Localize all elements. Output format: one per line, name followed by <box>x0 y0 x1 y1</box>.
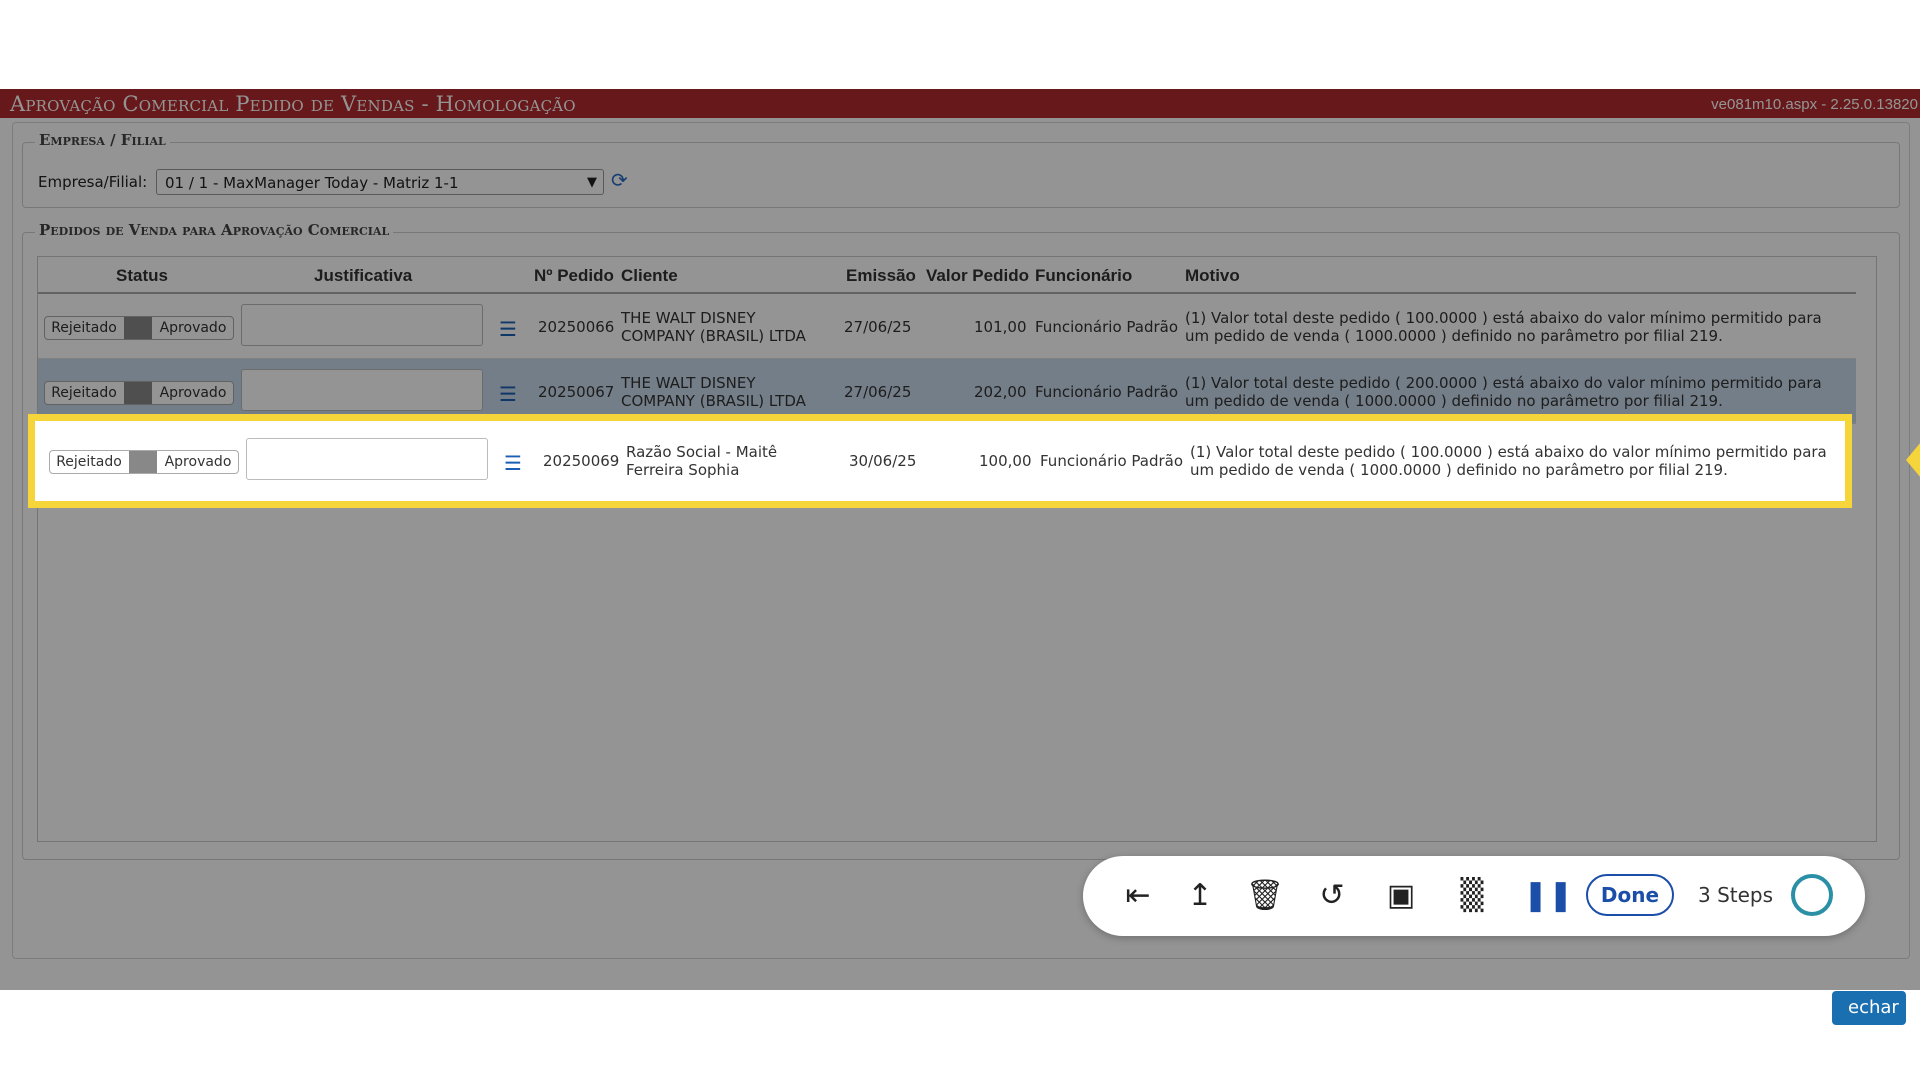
fechar-button[interactable]: echar <box>1832 991 1906 1025</box>
valor-pedido: 100,00 <box>979 452 1032 470</box>
justificativa-textarea[interactable] <box>246 438 488 480</box>
cliente-line1: Razão Social - Maitê <box>626 443 778 461</box>
highlighted-row-frame: Rejeitado Aprovado ☰ 20250069 Razão Soci… <box>28 414 1852 508</box>
blur-icon[interactable]: ▒ <box>1452 876 1492 916</box>
steps-count: 3 Steps <box>1698 883 1774 907</box>
motivo-line2: um pedido de venda ( 1000.0000 ) definid… <box>1190 461 1728 479</box>
toggle-slider[interactable] <box>129 451 157 473</box>
pointer-arrow-icon <box>1906 412 1920 508</box>
done-button[interactable]: Done <box>1586 874 1674 916</box>
emissao-date: 30/06/25 <box>849 452 917 470</box>
branch-up-icon[interactable]: ↥ <box>1180 876 1220 916</box>
status-toggle[interactable]: Rejeitado Aprovado <box>49 450 239 474</box>
aprovado-option[interactable]: Aprovado <box>158 451 238 473</box>
pedido-number: 20250069 <box>543 452 620 470</box>
trash-icon[interactable]: 🗑 <box>1245 876 1285 916</box>
rejeitado-option[interactable]: Rejeitado <box>50 451 128 473</box>
skip-back-icon[interactable]: ⇤ <box>1118 876 1158 916</box>
recorder-toolbar: ⇤ ↥ 🗑 ↺ ▣ ▒ ❚❚ Done 3 Steps <box>1083 856 1865 936</box>
details-list-icon[interactable]: ☰ <box>504 452 524 474</box>
app-logo-icon[interactable] <box>1791 874 1833 916</box>
table-row[interactable]: Rejeitado Aprovado ☰ 20250069 Razão Soci… <box>43 428 1843 492</box>
cliente-line2: Ferreira Sophia <box>626 461 740 479</box>
motivo-line1: (1) Valor total deste pedido ( 100.0000 … <box>1190 443 1827 461</box>
fechar-label: echar <box>1848 997 1899 1018</box>
undo-icon[interactable]: ↺ <box>1312 876 1352 916</box>
pause-icon[interactable]: ❚❚ <box>1523 876 1573 916</box>
image-icon[interactable]: ▣ <box>1381 876 1421 916</box>
dim-overlay <box>0 89 1920 990</box>
funcionario: Funcionário Padrão <box>1040 452 1184 470</box>
